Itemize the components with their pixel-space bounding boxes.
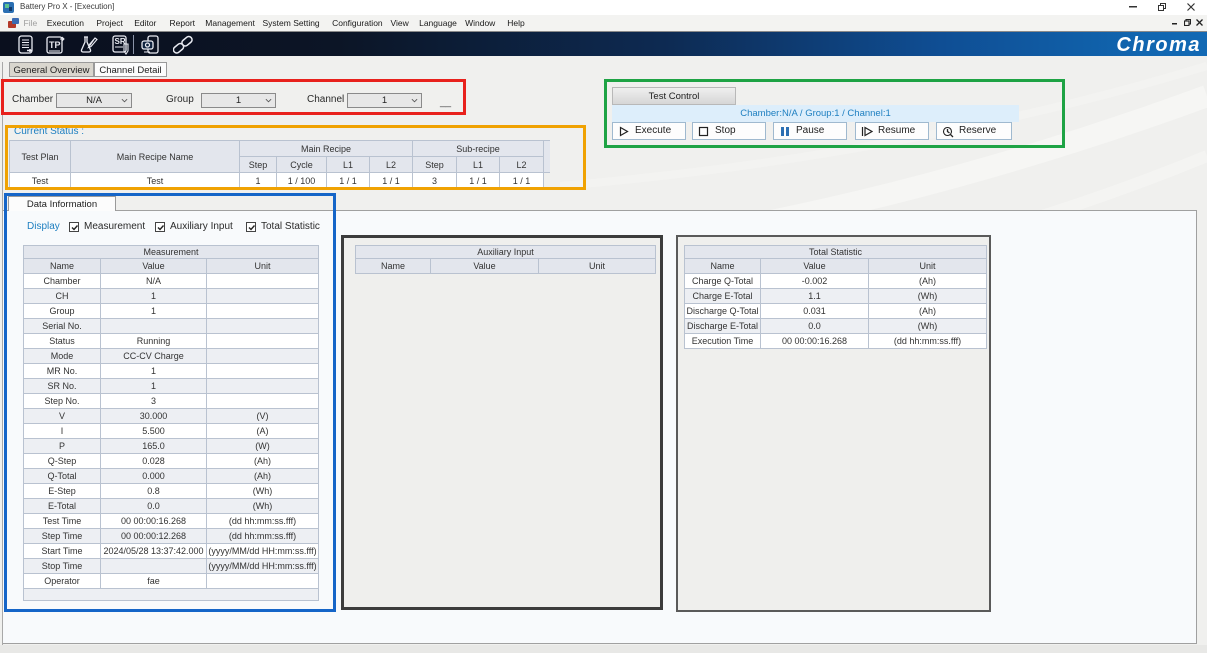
svg-text:TP: TP <box>49 40 61 50</box>
